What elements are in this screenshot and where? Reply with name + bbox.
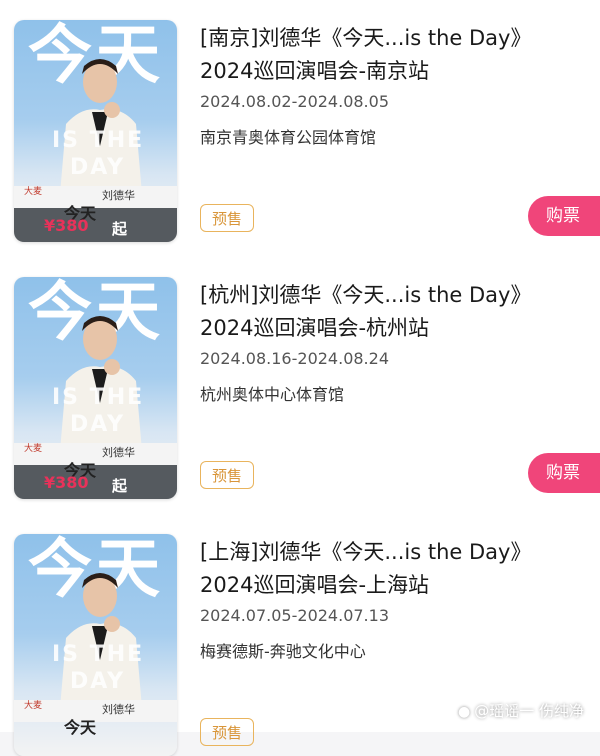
concert-poster[interactable]: 今 天 IS THE DAY 大麦 刘德华 今天 ¥380 起	[14, 20, 177, 242]
concert-title-line1: [上海]刘德华《今天...is the Day》	[200, 540, 532, 564]
poster-logo: 大麦	[24, 187, 43, 197]
presale-badge: 预售	[200, 461, 254, 489]
poster-is-the: IS THE	[52, 128, 145, 153]
poster-day: DAY	[70, 412, 126, 437]
buy-ticket-button[interactable]: 购票	[528, 453, 600, 493]
poster-artist-name: 刘德华	[102, 703, 135, 716]
concert-title[interactable]: [杭州]刘德华《今天...is the Day》 2024巡回演唱会-杭州站	[200, 279, 560, 345]
poster-small-title: 今天	[64, 718, 97, 737]
poster-artist-name: 刘德华	[102, 189, 135, 202]
poster-logo: 大麦	[24, 701, 43, 711]
buy-ticket-button[interactable]: 购票	[528, 196, 600, 236]
poster-day: DAY	[70, 155, 126, 180]
concert-dates: 2024.08.02-2024.08.05	[200, 92, 389, 111]
poster-artist-name: 刘德华	[102, 446, 135, 459]
poster-day: DAY	[70, 669, 126, 694]
poster-price: ¥380	[44, 216, 89, 235]
presale-badge: 预售	[200, 718, 254, 746]
concert-dates: 2024.07.05-2024.07.13	[200, 606, 389, 625]
concert-title-line1: [南京]刘德华《今天...is the Day》	[200, 26, 532, 50]
concert-poster[interactable]: 今 天 IS THE DAY 大麦 刘德华 今天 ¥380 起	[14, 277, 177, 499]
watermark-text: @瑶谣一 伤纯净	[474, 702, 584, 720]
concert-card-hangzhou[interactable]: 今 天 IS THE DAY 大麦 刘德华 今天 ¥380 起 [杭州]刘德华《…	[0, 257, 600, 514]
concert-card-nanjing[interactable]: 今 天 IS THE DAY 大麦 刘德华 今天 ¥380 起 [南京]刘德华《…	[0, 0, 600, 257]
concert-title-line2: 2024巡回演唱会-上海站	[200, 573, 430, 597]
concert-dates: 2024.08.16-2024.08.24	[200, 349, 389, 368]
concert-title-line2: 2024巡回演唱会-杭州站	[200, 316, 430, 340]
concert-venue: 南京青奥体育公园体育馆	[200, 128, 377, 147]
poster-is-the: IS THE	[52, 385, 145, 410]
concert-poster[interactable]: 今 天 IS THE DAY 大麦 刘德华 今天	[14, 534, 177, 756]
poster-price-suffix: 起	[112, 477, 128, 495]
concert-title-line1: [杭州]刘德华《今天...is the Day》	[200, 283, 532, 307]
poster-is-the: IS THE	[52, 642, 145, 667]
poster-price-suffix: 起	[112, 220, 128, 238]
watermark-icon: ●	[458, 704, 471, 720]
concert-title[interactable]: [南京]刘德华《今天...is the Day》 2024巡回演唱会-南京站	[200, 22, 560, 88]
concert-title[interactable]: [上海]刘德华《今天...is the Day》 2024巡回演唱会-上海站	[200, 536, 560, 602]
concert-venue: 梅赛德斯-奔驰文化中心	[200, 642, 366, 661]
concert-title-line2: 2024巡回演唱会-南京站	[200, 59, 430, 83]
concert-venue: 杭州奥体中心体育馆	[200, 385, 345, 404]
poster-price: ¥380	[44, 473, 89, 492]
presale-badge: 预售	[200, 204, 254, 232]
watermark: ● @瑶谣一 伤纯净	[458, 700, 584, 721]
poster-logo: 大麦	[24, 444, 43, 454]
